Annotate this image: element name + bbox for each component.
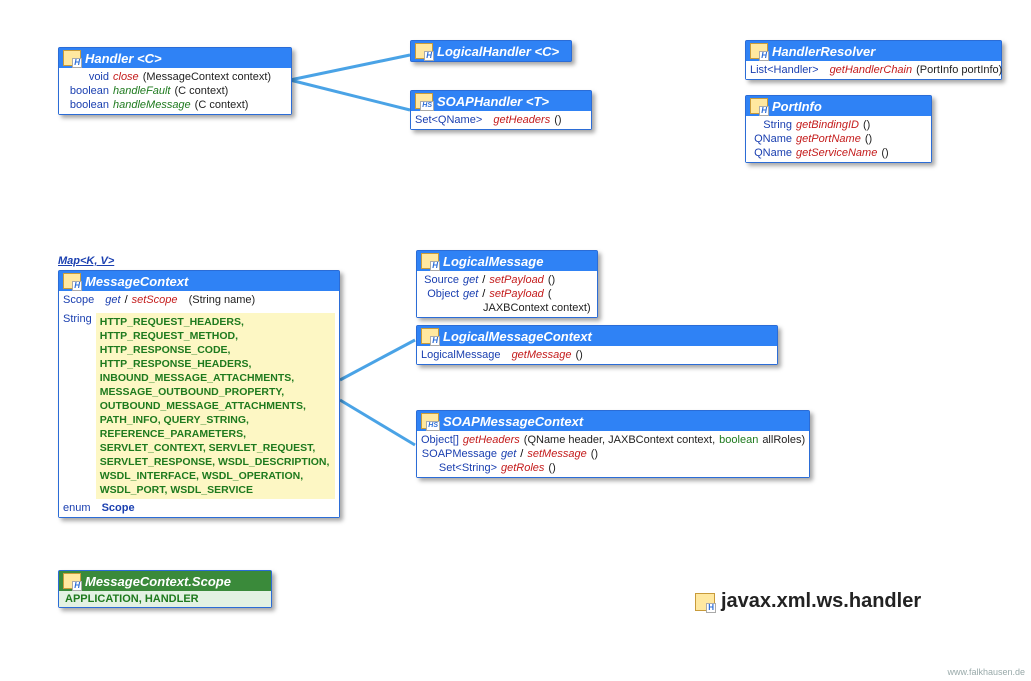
type-param: <C> <box>137 51 162 66</box>
class-title: LogicalHandler <box>437 44 531 59</box>
constants-block: HTTP_REQUEST_HEADERS, HTTP_REQUEST_METHO… <box>96 313 335 499</box>
class-logical-handler: LogicalHandler <C> <box>410 40 572 62</box>
class-body: voidclose(MessageContext context) boolea… <box>59 68 291 114</box>
footer-link[interactable]: www.falkhausen.de <box>947 667 1025 677</box>
class-logical-message: LogicalMessage Sourceget/setPayload() Ob… <box>416 250 598 318</box>
class-title: SOAPHandler <box>437 94 522 109</box>
interface-icon <box>415 93 433 109</box>
interface-icon <box>63 50 81 66</box>
package-name: javax.xml.ws.handler <box>721 590 921 613</box>
class-soap-handler: SOAPHandler <T> Set<QName> getHeaders() <box>410 90 592 130</box>
class-soap-message-context: SOAPMessageContext Object[]getHeaders (Q… <box>416 410 810 478</box>
class-message-context: MessageContext Scope get/setScope (Strin… <box>58 270 340 518</box>
type-param: <C> <box>535 44 560 59</box>
interface-icon <box>421 253 439 269</box>
class-title: Handler <box>85 51 133 66</box>
interface-icon <box>63 273 81 289</box>
interface-icon <box>421 328 439 344</box>
package-title: javax.xml.ws.handler <box>695 590 921 613</box>
class-title: MessageContext <box>85 274 188 289</box>
class-header: LogicalHandler <C> <box>411 41 571 61</box>
class-port-info: PortInfo StringgetBindingID() QNamegetPo… <box>745 95 932 163</box>
map-link[interactable]: Map<K, V> <box>58 255 114 267</box>
enum-values: APPLICATION, HANDLER <box>59 591 271 607</box>
enum-icon <box>63 573 81 589</box>
interface-icon <box>415 43 433 59</box>
interface-icon <box>750 98 768 114</box>
class-header: SOAPHandler <T> <box>411 91 591 111</box>
interface-icon <box>750 43 768 59</box>
class-title: LogicalMessageContext <box>443 329 592 344</box>
class-title: LogicalMessage <box>443 254 543 269</box>
class-title: MessageContext.Scope <box>85 574 231 589</box>
class-title: HandlerResolver <box>772 44 875 59</box>
interface-icon <box>421 413 439 429</box>
class-header: Handler <C> <box>59 48 291 68</box>
class-handler: Handler <C> voidclose(MessageContext con… <box>58 47 292 115</box>
class-handler-resolver: HandlerResolver List<Handler> getHandler… <box>745 40 1002 80</box>
class-logical-message-context: LogicalMessageContext LogicalMessage get… <box>416 325 778 365</box>
type-param: <T> <box>526 94 549 109</box>
class-title: PortInfo <box>772 99 822 114</box>
class-title: SOAPMessageContext <box>443 414 583 429</box>
package-icon <box>695 593 715 611</box>
class-message-context-scope: MessageContext.Scope APPLICATION, HANDLE… <box>58 570 272 608</box>
